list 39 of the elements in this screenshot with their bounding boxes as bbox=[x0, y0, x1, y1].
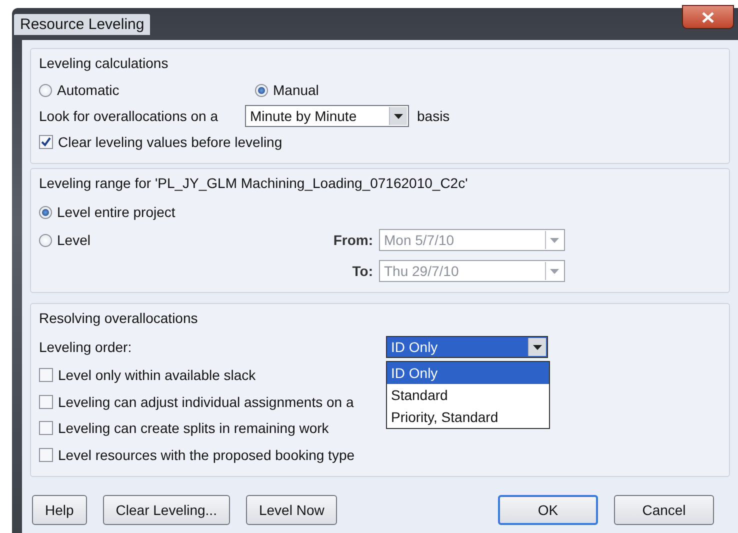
field-label: To: bbox=[351, 263, 373, 279]
basis-dropdown[interactable]: Minute by Minute bbox=[245, 105, 409, 127]
leveling-order-dropdown[interactable]: ID Only bbox=[386, 336, 548, 358]
dialog-button[interactable]: OK bbox=[498, 495, 598, 525]
field-label: Look for overallocations on a bbox=[39, 108, 219, 124]
dialog-button[interactable]: Help bbox=[32, 495, 87, 525]
checkbox[interactable] bbox=[39, 135, 53, 149]
radio-label: Manual bbox=[273, 82, 319, 98]
radio-button[interactable] bbox=[255, 84, 268, 96]
group-heading: Resolving overallocations bbox=[39, 310, 199, 326]
window-title: Resource Leveling bbox=[14, 14, 150, 34]
field-label: basis bbox=[417, 108, 450, 124]
checkbox-label: Leveling can create splits in remaining work bbox=[58, 420, 329, 436]
dropdown-option[interactable]: Priority, Standard bbox=[387, 406, 549, 428]
dropdown-option[interactable]: Standard bbox=[387, 384, 549, 406]
checkbox[interactable] bbox=[39, 368, 53, 382]
field-label: Leveling order: bbox=[39, 339, 133, 355]
checkbox-label: Level only within available slack bbox=[58, 367, 256, 384]
checkbox[interactable] bbox=[39, 394, 53, 409]
radio-label: Level bbox=[57, 232, 90, 248]
close-button[interactable] bbox=[682, 5, 734, 29]
checkbox-label: Leveling can adjust individual assignments on a bbox=[58, 394, 354, 410]
checkbox-label: Level resources with the proposed booking type bbox=[58, 446, 355, 463]
group-heading: Leveling range for 'PL_JY_GLM Machining_Loading_07162010_C2c' bbox=[39, 175, 469, 191]
dialog-button[interactable]: Level Now bbox=[246, 495, 338, 525]
radio-button[interactable] bbox=[39, 84, 52, 96]
checkbox-label: Clear leveling values before leveling bbox=[58, 134, 282, 150]
checkbox[interactable] bbox=[39, 421, 53, 436]
dialog-button[interactable]: Clear Leveling... bbox=[102, 495, 230, 525]
checkbox[interactable] bbox=[39, 448, 53, 462]
group-heading: Leveling calculations bbox=[39, 55, 170, 71]
dialog-button[interactable]: Cancel bbox=[614, 495, 714, 525]
dropdown-option[interactable]: ID Only bbox=[387, 362, 549, 384]
radio-label: Level entire project bbox=[57, 204, 176, 220]
close-icon bbox=[702, 12, 714, 22]
radio-label: Automatic bbox=[57, 82, 120, 98]
radio-button[interactable] bbox=[39, 234, 52, 246]
radio-button[interactable] bbox=[39, 206, 52, 218]
field-label: From: bbox=[332, 232, 373, 248]
